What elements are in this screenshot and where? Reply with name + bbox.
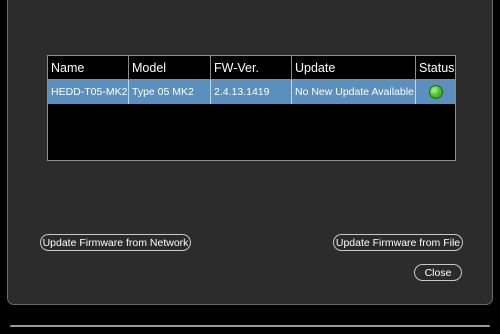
device-table: Name Model FW-Ver. Update Status HEDD-T0… [47, 55, 456, 161]
update-from-file-button[interactable]: Update Firmware from File [333, 234, 463, 251]
column-header-name[interactable]: Name [48, 56, 129, 79]
row-model-cell: Type 05 MK2 [129, 80, 211, 104]
column-header-fw-ver[interactable]: FW-Ver. [211, 56, 292, 79]
table-row[interactable]: HEDD-T05-MK2 Type 05 MK2 2.4.13.1419 No … [48, 80, 455, 104]
column-header-status[interactable]: Status [416, 56, 455, 79]
column-header-model[interactable]: Model [129, 56, 211, 79]
update-from-network-button[interactable]: Update Firmware from Network [40, 234, 191, 251]
status-ok-icon [428, 85, 443, 99]
bottom-divider [10, 325, 490, 327]
row-status-cell [416, 80, 455, 104]
row-update-cell: No New Update Available [292, 80, 416, 104]
table-header: Name Model FW-Ver. Update Status [48, 56, 455, 80]
row-name-cell: HEDD-T05-MK2 [48, 80, 129, 104]
bottom-strip [0, 320, 500, 334]
row-fw-ver-cell: 2.4.13.1419 [211, 80, 292, 104]
column-header-update[interactable]: Update [292, 56, 416, 79]
close-button[interactable]: Close [414, 264, 462, 281]
